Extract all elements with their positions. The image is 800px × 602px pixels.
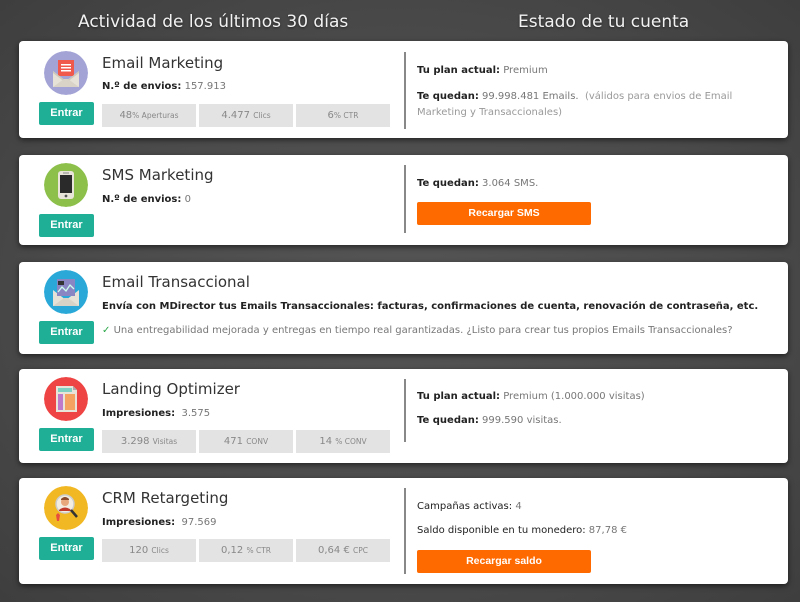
- stats-row: 120 Clics 0,12 % CTR 0,64 € CPC: [102, 539, 390, 562]
- stat-visits: 3.298 Visitas: [102, 430, 196, 453]
- wallet-balance: Saldo disponible en tu monedero: 87,78 €: [417, 525, 627, 536]
- smartphone-icon: [44, 163, 88, 207]
- card-title: Email Transaccional: [102, 273, 250, 291]
- card-title: CRM Retargeting: [102, 489, 229, 507]
- email-marketing-enter-button[interactable]: Entrar: [39, 102, 94, 125]
- impressions-metric: Impresiones: 3.575: [102, 408, 211, 419]
- recharge-balance-button[interactable]: Recargar saldo: [417, 550, 591, 573]
- impressions-metric: Impresiones: 97.569: [102, 517, 217, 528]
- divider: [404, 165, 406, 233]
- card-title: SMS Marketing: [102, 166, 214, 184]
- active-campaigns: Campañas activas: 4: [417, 501, 522, 512]
- card-email-marketing: Entrar Email Marketing N.º de envios: 15…: [19, 41, 788, 138]
- card-title: Email Marketing: [102, 54, 224, 72]
- account-status-header: Estado de tu cuenta: [518, 12, 690, 32]
- remaining-emails: Te quedan: 99.998.481 Emails. (válidos p…: [417, 91, 733, 118]
- plan-info: Tu plan actual: Premium: [417, 65, 548, 76]
- remaining-sms: Te quedan: 3.064 SMS.: [417, 178, 539, 189]
- stat-conversions: 471 CONV: [199, 430, 293, 453]
- divider: [404, 379, 406, 442]
- card-sms-marketing: Entrar SMS Marketing N.º de envios: 0 Te…: [19, 155, 788, 245]
- stats-row: 3.298 Visitas 471 CONV 14 % CONV: [102, 430, 390, 453]
- stat-ctr: 0,12 % CTR: [199, 539, 293, 562]
- transactional-benefit: ✓ Una entregabilidad mejorada y entregas…: [102, 325, 733, 336]
- landing-optimizer-enter-button[interactable]: Entrar: [39, 428, 94, 451]
- sends-metric: N.º de envios: 0: [102, 194, 191, 205]
- email-transactional-enter-button[interactable]: Entrar: [39, 321, 94, 344]
- recharge-sms-button[interactable]: Recargar SMS: [417, 202, 591, 225]
- plan-info: Tu plan actual: Premium (1.000.000 visit…: [417, 391, 645, 402]
- section-headers: Actividad de los últimos 30 días Estado …: [0, 12, 800, 40]
- checkmark-icon: ✓: [102, 325, 111, 336]
- envelope-icon: [44, 51, 88, 95]
- stat-ctr: 6% CTR: [296, 104, 390, 127]
- stat-clicks: 4.477 Clics: [199, 104, 293, 127]
- card-landing-optimizer: Entrar Landing Optimizer Impresiones: 3.…: [19, 369, 788, 463]
- sms-marketing-enter-button[interactable]: Entrar: [39, 214, 94, 237]
- card-title: Landing Optimizer: [102, 380, 240, 398]
- stats-row: 48% Aperturas 4.477 Clics 6% CTR: [102, 104, 390, 127]
- stat-conversion-rate: 14 % CONV: [296, 430, 390, 453]
- sends-metric: N.º de envios: 157.913: [102, 81, 226, 92]
- transactional-description: Envía con MDirector tus Emails Transacci…: [102, 301, 759, 312]
- remaining-visits: Te quedan: 999.590 visitas.: [417, 415, 562, 426]
- card-crm-retargeting: Entrar CRM Retargeting Impresiones: 97.5…: [19, 478, 788, 584]
- stat-clicks: 120 Clics: [102, 539, 196, 562]
- user-search-icon: [44, 486, 88, 530]
- activity-header: Actividad de los últimos 30 días: [78, 12, 349, 32]
- stat-cpc: 0,64 € CPC: [296, 539, 390, 562]
- card-email-transactional: Entrar Email Transaccional Envía con MDi…: [19, 262, 788, 354]
- landing-page-icon: [44, 377, 88, 421]
- divider: [404, 52, 406, 129]
- stat-opens: 48% Aperturas: [102, 104, 196, 127]
- divider: [404, 488, 406, 574]
- crm-retargeting-enter-button[interactable]: Entrar: [39, 537, 94, 560]
- transactional-envelope-icon: [44, 270, 88, 314]
